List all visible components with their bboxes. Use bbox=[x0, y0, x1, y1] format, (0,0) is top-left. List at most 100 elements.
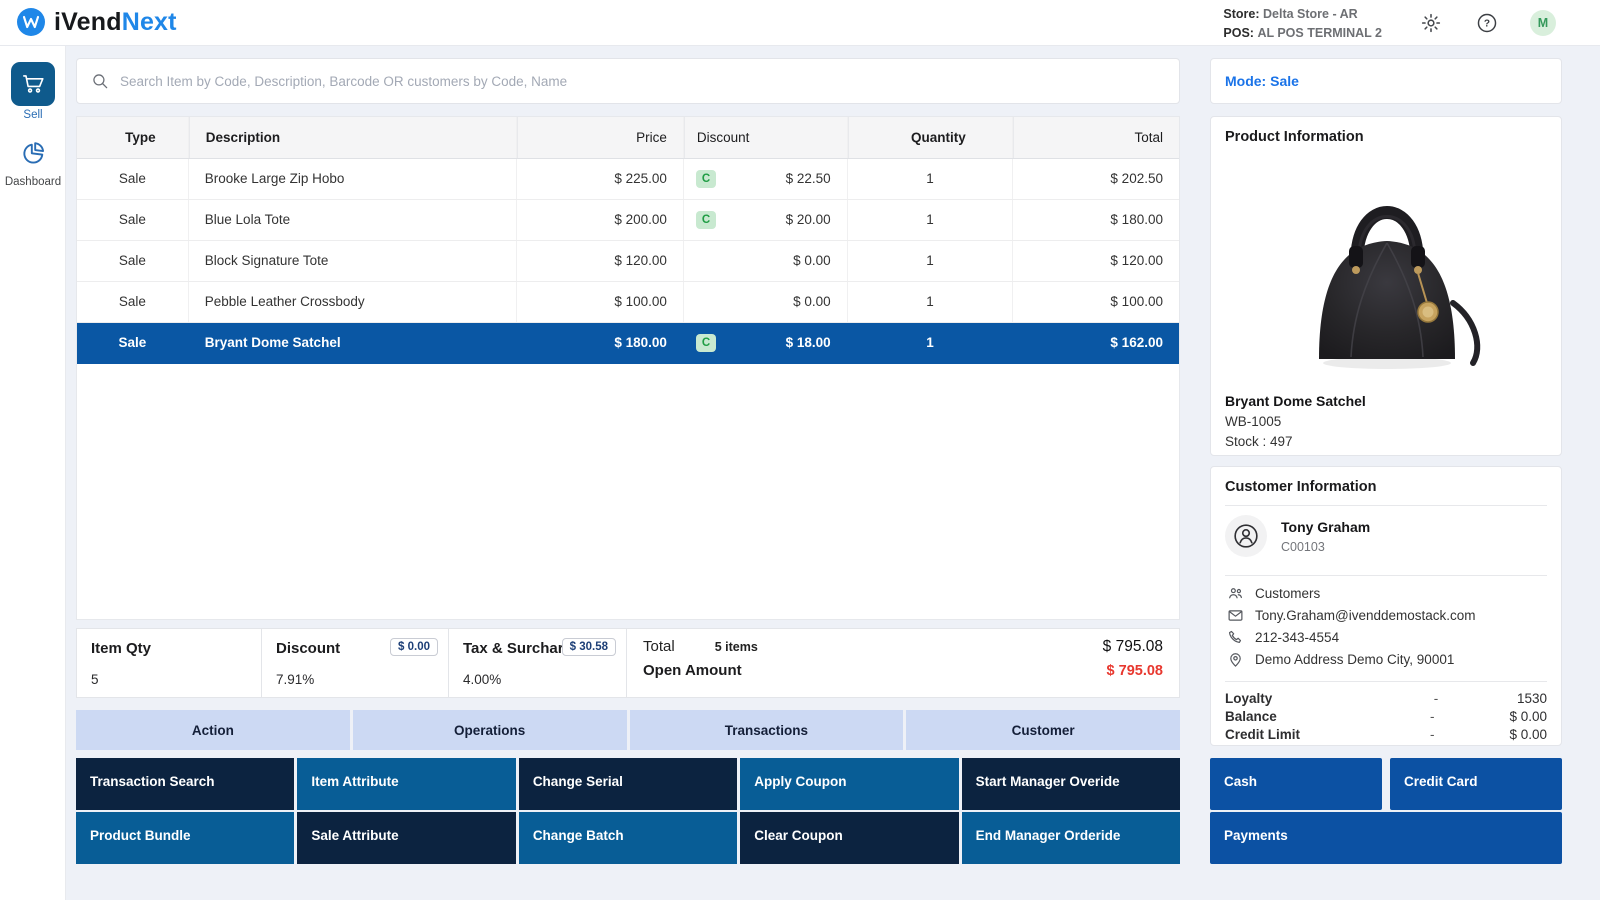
item-attribute-button[interactable]: Item Attribute bbox=[297, 758, 515, 810]
product-information-card: Product Information bbox=[1210, 116, 1562, 456]
cash-button[interactable]: Cash bbox=[1210, 758, 1382, 810]
customer-name: Tony Graham bbox=[1281, 519, 1370, 535]
pos-label: POS: bbox=[1223, 26, 1254, 40]
action-buttons-row-2: Product Bundle Sale Attribute Change Bat… bbox=[76, 812, 1180, 864]
cell-quantity: 1 bbox=[848, 323, 1014, 363]
tab-customer[interactable]: Customer bbox=[906, 710, 1180, 750]
tab-transactions[interactable]: Transactions bbox=[630, 710, 904, 750]
payments-button[interactable]: Payments bbox=[1210, 812, 1562, 864]
settings-button[interactable] bbox=[1418, 10, 1444, 36]
phone-icon bbox=[1227, 629, 1244, 646]
action-tabs: Action Operations Transactions Customer bbox=[76, 710, 1180, 750]
discount-cell: Discount $ 0.00 7.91% bbox=[262, 629, 449, 697]
clear-coupon-button[interactable]: Clear Coupon bbox=[740, 812, 958, 864]
cell-total: $ 100.00 bbox=[1013, 282, 1179, 322]
gear-icon bbox=[1420, 12, 1442, 34]
tax-cell: Tax & Surcharge $ 30.58 4.00% bbox=[449, 629, 627, 697]
location-icon bbox=[1227, 651, 1244, 668]
cell-discount: C$ 22.50 bbox=[684, 159, 848, 199]
product-name: Bryant Dome Satchel bbox=[1225, 393, 1366, 409]
sidebar-item-dashboard[interactable] bbox=[20, 140, 47, 167]
col-header-type: Type bbox=[77, 117, 189, 158]
help-button[interactable]: ? bbox=[1474, 10, 1500, 36]
balance-row: Balance - $ 0.00 bbox=[1225, 709, 1547, 724]
tax-amount-badge: $ 30.58 bbox=[562, 638, 616, 656]
store-pos-info: Store: Delta Store - AR POS: AL POS TERM… bbox=[1223, 5, 1382, 43]
customer-group-row: Customers bbox=[1227, 585, 1320, 602]
change-batch-button[interactable]: Change Batch bbox=[519, 812, 737, 864]
cell-quantity: 1 bbox=[848, 282, 1014, 322]
cell-type: Sale bbox=[77, 159, 189, 199]
product-bundle-button[interactable]: Product Bundle bbox=[76, 812, 294, 864]
customer-avatar bbox=[1225, 515, 1267, 557]
table-row-selected[interactable]: Sale Bryant Dome Satchel $ 180.00 C$ 18.… bbox=[77, 323, 1179, 364]
tab-operations[interactable]: Operations bbox=[353, 710, 627, 750]
divider bbox=[1225, 575, 1547, 576]
separator: - bbox=[1355, 691, 1517, 706]
loyalty-value: 1530 bbox=[1517, 691, 1547, 706]
cell-price: $ 120.00 bbox=[517, 241, 684, 281]
customer-email-text: Tony.Graham@ivenddemostack.com bbox=[1255, 608, 1476, 623]
customer-email-row: Tony.Graham@ivenddemostack.com bbox=[1227, 607, 1476, 624]
cell-type: Sale bbox=[77, 323, 189, 363]
table-header-row: Type Description Price Discount Quantity… bbox=[77, 117, 1179, 159]
table-row[interactable]: Sale Blue Lola Tote $ 200.00 C$ 20.00 1 … bbox=[77, 200, 1179, 241]
loyalty-label: Loyalty bbox=[1225, 691, 1355, 706]
cell-total: $ 162.00 bbox=[1013, 323, 1179, 363]
table-row[interactable]: Sale Pebble Leather Crossbody $ 100.00 $… bbox=[77, 282, 1179, 323]
store-label: Store: bbox=[1223, 7, 1259, 21]
sidebar-label-sell: Sell bbox=[0, 109, 66, 121]
total-items-count: 5 items bbox=[715, 640, 758, 654]
cell-total: $ 120.00 bbox=[1013, 241, 1179, 281]
cell-description: Pebble Leather Crossbody bbox=[189, 282, 517, 322]
open-amount-value: $ 795.08 bbox=[1107, 663, 1163, 679]
tab-action[interactable]: Action bbox=[76, 710, 350, 750]
customer-info-heading: Customer Information bbox=[1225, 479, 1547, 495]
credit-limit-row: Credit Limit - $ 0.00 bbox=[1225, 727, 1547, 742]
cell-discount: $ 0.00 bbox=[684, 282, 848, 322]
item-qty-cell: Item Qty 5 bbox=[77, 629, 262, 697]
cart-icon bbox=[20, 71, 46, 97]
help-icon: ? bbox=[1476, 12, 1498, 34]
credit-card-button[interactable]: Credit Card bbox=[1390, 758, 1562, 810]
cell-price: $ 180.00 bbox=[517, 323, 684, 363]
discount-amount-badge: $ 0.00 bbox=[390, 638, 438, 656]
sale-attribute-button[interactable]: Sale Attribute bbox=[297, 812, 515, 864]
users-icon bbox=[1227, 585, 1244, 602]
start-manager-override-button[interactable]: Start Manager Overide bbox=[962, 758, 1180, 810]
totals-summary: Item Qty 5 Discount $ 0.00 7.91% Tax & S… bbox=[76, 628, 1180, 698]
search-input[interactable] bbox=[120, 74, 1165, 89]
divider bbox=[1225, 681, 1547, 682]
product-image bbox=[1277, 151, 1497, 387]
ivend-logo-icon bbox=[16, 7, 46, 37]
cell-quantity: 1 bbox=[848, 200, 1014, 240]
person-icon bbox=[1233, 523, 1259, 549]
table-row[interactable]: Sale Brooke Large Zip Hobo $ 225.00 C$ 2… bbox=[77, 159, 1179, 200]
sidebar-label-dashboard: Dashboard bbox=[0, 176, 66, 188]
app-logo: iVendNext bbox=[16, 7, 177, 37]
divider bbox=[1225, 505, 1547, 506]
balance-label: Balance bbox=[1225, 709, 1355, 724]
table-row[interactable]: Sale Block Signature Tote $ 120.00 $ 0.0… bbox=[77, 241, 1179, 282]
action-buttons-row-1: Transaction Search Item Attribute Change… bbox=[76, 758, 1180, 810]
apply-coupon-button[interactable]: Apply Coupon bbox=[740, 758, 958, 810]
cell-price: $ 100.00 bbox=[517, 282, 684, 322]
product-sku: WB-1005 bbox=[1225, 414, 1281, 429]
cell-description: Blue Lola Tote bbox=[189, 200, 517, 240]
user-avatar[interactable]: M bbox=[1530, 10, 1556, 36]
item-qty-label: Item Qty bbox=[91, 640, 247, 657]
col-header-total: Total bbox=[1013, 117, 1179, 158]
col-header-description: Description bbox=[189, 117, 517, 158]
transaction-search-button[interactable]: Transaction Search bbox=[76, 758, 294, 810]
cell-discount: C$ 20.00 bbox=[684, 200, 848, 240]
tax-percent: 4.00% bbox=[463, 672, 501, 687]
end-manager-override-button[interactable]: End Manager Orderide bbox=[962, 812, 1180, 864]
store-value: Delta Store - AR bbox=[1263, 7, 1358, 21]
cell-total: $ 202.50 bbox=[1013, 159, 1179, 199]
cell-discount: $ 0.00 bbox=[684, 241, 848, 281]
sidebar-item-sell[interactable] bbox=[11, 62, 55, 106]
pos-value: AL POS TERMINAL 2 bbox=[1257, 26, 1382, 40]
sidebar: Sell Dashboard bbox=[0, 46, 66, 900]
change-serial-button[interactable]: Change Serial bbox=[519, 758, 737, 810]
total-label: Total bbox=[643, 638, 675, 655]
